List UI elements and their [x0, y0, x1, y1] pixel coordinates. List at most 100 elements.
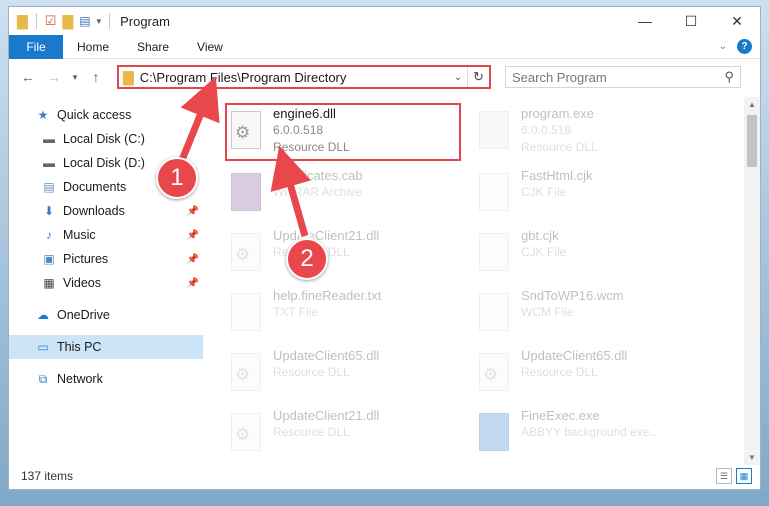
customize-toolbar-icon[interactable]: ▾ — [97, 16, 102, 27]
cloud-icon: ☁ — [37, 308, 49, 322]
details-view-icon[interactable]: ☰ — [716, 468, 732, 484]
drive-icon: ▬ — [43, 132, 55, 146]
network-icon: ⧉ — [38, 371, 48, 386]
file-item[interactable]: ⚙ UpdateClient65.dll Resource DLL — [475, 347, 715, 403]
documents-icon: ▤ — [43, 180, 55, 194]
scroll-up-icon[interactable]: ▲ — [744, 100, 760, 109]
sidebar-item-label: Local Disk (D:) — [63, 156, 145, 170]
sidebar-item-downloads[interactable]: ⬇ Downloads 📌 — [9, 199, 203, 223]
sidebar-item-videos[interactable]: ▦ Videos 📌 — [9, 271, 203, 295]
file-item[interactable]: ⚙ UpdateClient65.dll Resource DLL — [227, 347, 467, 403]
file-item[interactable]: ⚙ UpdateClient21.dll Resource DLL — [227, 407, 467, 463]
up-arrow-icon[interactable]: ↑ — [85, 66, 107, 88]
file-name: Certificates.cab — [273, 168, 363, 183]
content-area: ★ Quick access ▬ Local Disk (C:) ▬ Local… — [9, 97, 760, 465]
file-type: Resource DLL — [521, 365, 598, 379]
help-icon[interactable]: ? — [737, 39, 752, 54]
sidebar-item-music[interactable]: ♪ Music 📌 — [9, 223, 203, 247]
file-version: 6.0.0.518 — [521, 123, 572, 137]
file-item[interactable]: Certificates.cab WinRAR Archive — [227, 167, 467, 223]
back-arrow-icon[interactable]: ← — [17, 66, 39, 88]
sidebar-item-label: Local Disk (C:) — [63, 132, 145, 146]
pin-icon[interactable]: 📌 — [187, 254, 199, 265]
sidebar-item-pictures[interactable]: ▣ Pictures 📌 — [9, 247, 203, 271]
tab-file[interactable]: File — [9, 34, 63, 59]
file-name: program.exe — [521, 106, 594, 121]
new-folder-icon[interactable]: ▇ — [62, 13, 73, 30]
file-name: UpdateClient21.dll — [273, 228, 380, 243]
sidebar-item-local-disk-c[interactable]: ▬ Local Disk (C:) — [9, 127, 203, 151]
dll-file-icon: ⚙ — [475, 351, 511, 395]
file-item[interactable]: gbt.cjk CJK File — [475, 227, 715, 283]
file-type: Resource DLL — [273, 365, 350, 379]
toolbar-divider — [35, 13, 37, 29]
minimize-button[interactable]: — — [622, 7, 668, 35]
blank-file-icon — [475, 231, 511, 275]
file-list: ⚙ engine6.dll 6.0.0.518 Resource DLL Cer… — [203, 97, 760, 465]
dll-file-icon: ⚙ — [227, 411, 263, 455]
tab-view[interactable]: View — [183, 40, 237, 54]
step-1-badge: 1 — [156, 157, 198, 199]
pin-icon[interactable]: 📌 — [187, 230, 199, 241]
folder-icon[interactable]: ▇ — [17, 13, 28, 30]
pin-icon[interactable]: 📌 — [187, 278, 199, 289]
file-item[interactable]: SndToWP16.wcm WCM File — [475, 287, 715, 343]
sidebar-item-label: Network — [57, 372, 103, 386]
forward-arrow-icon[interactable]: → — [43, 66, 65, 88]
vertical-scrollbar[interactable]: ▲ ▼ — [744, 97, 760, 465]
star-icon: ★ — [37, 108, 49, 122]
maximize-button[interactable]: ☐ — [668, 7, 714, 35]
title-bar: ▇ ☑ ▇ ▤ ▾ Program — ☐ ✕ — [9, 7, 760, 35]
tab-home[interactable]: Home — [63, 40, 123, 54]
close-button[interactable]: ✕ — [714, 7, 760, 35]
file-name: UpdateClient21.dll — [273, 408, 380, 423]
file-item[interactable]: help.fineReader.txt TXT File — [227, 287, 467, 343]
address-dropdown-icon[interactable]: ⌄ — [449, 72, 467, 83]
sidebar-item-network[interactable]: ⧉ Network — [9, 367, 203, 391]
pin-icon[interactable]: 📌 — [187, 206, 199, 217]
videos-icon: ▦ — [43, 276, 55, 290]
scroll-thumb[interactable] — [747, 115, 757, 167]
tab-share[interactable]: Share — [123, 40, 183, 54]
file-item[interactable]: FineExec.exe ABBYY background exe... — [475, 407, 715, 463]
toolbar-divider — [109, 13, 111, 29]
view-switcher: ☰ ▦ — [716, 468, 760, 484]
sidebar-item-onedrive[interactable]: ☁ OneDrive — [9, 303, 203, 327]
file-item[interactable]: program.exe 6.0.0.518 Resource DLL — [475, 105, 715, 161]
quick-access-toolbar: ▇ ☑ ▇ ▤ ▾ — [17, 13, 112, 30]
address-bar[interactable]: ▇ C:\Program Files\Program Directory ⌄ ↻ — [117, 65, 491, 89]
exe-file-icon — [475, 411, 511, 455]
sidebar-item-label: Documents — [63, 180, 127, 194]
sidebar-item-label: Music — [63, 228, 96, 242]
file-item[interactable]: FastHtml.cjk CJK File — [475, 167, 715, 223]
item-count: 137 items — [21, 469, 74, 483]
refresh-icon[interactable]: ↻ — [467, 67, 489, 87]
recent-locations-icon[interactable]: ▾ — [69, 66, 81, 88]
expand-ribbon-icon[interactable]: ⌄ — [719, 41, 727, 52]
ribbon-right: ⌄ ? — [719, 39, 760, 54]
sidebar-item-quick-access[interactable]: ★ Quick access — [9, 103, 203, 127]
sidebar-item-this-pc[interactable]: ▭ This PC — [9, 335, 203, 359]
view-icon[interactable]: ▤ — [79, 14, 90, 28]
folder-icon: ▇ — [123, 68, 134, 85]
pictures-icon: ▣ — [43, 252, 55, 266]
search-icon: ⚲ — [724, 69, 734, 84]
status-bar: 137 items ☰ ▦ — [9, 463, 760, 489]
search-placeholder: Search Program — [512, 69, 607, 85]
file-type: CJK File — [521, 245, 567, 259]
properties-icon[interactable]: ☑ — [45, 13, 57, 29]
file-item[interactable]: ⚙ UpdateClient21.dll Resource DLL — [227, 227, 467, 283]
blank-file-icon — [475, 171, 511, 215]
text-file-icon — [227, 291, 263, 335]
sidebar-item-label: Quick access — [57, 108, 132, 122]
step-2-badge: 2 — [286, 238, 328, 280]
file-name: UpdateClient65.dll — [273, 348, 380, 363]
tiles-view-icon[interactable]: ▦ — [736, 468, 752, 484]
search-input[interactable]: Search Program ⚲ — [505, 66, 741, 88]
sidebar-item-label: Pictures — [63, 252, 109, 266]
ribbon-tabs: File Home Share View ⌄ ? — [9, 34, 760, 59]
scroll-down-icon[interactable]: ▼ — [744, 453, 760, 462]
exe-file-icon — [475, 109, 511, 153]
